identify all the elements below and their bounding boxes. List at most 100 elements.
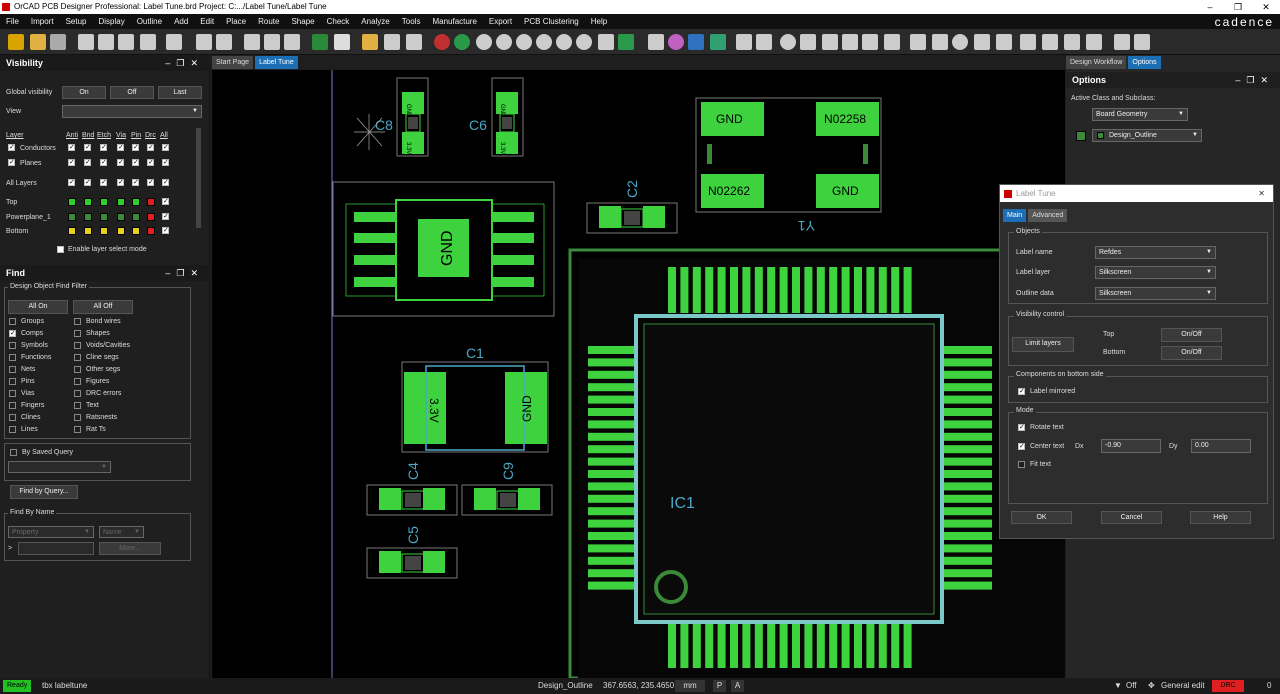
- unpick-icon[interactable]: [216, 34, 232, 50]
- menu-setup[interactable]: Setup: [60, 14, 93, 29]
- shape-edit-icon[interactable]: [454, 34, 470, 50]
- minimize-button[interactable]: –: [1196, 0, 1224, 14]
- label-name-select[interactable]: Refdes: [1095, 246, 1216, 259]
- planes-drc-checkbox[interactable]: ✓: [147, 159, 154, 166]
- ok-button[interactable]: OK: [1011, 511, 1072, 524]
- find-name-input[interactable]: [18, 542, 94, 555]
- pcb-canvas[interactable]: C8 GND 3.3V C6 GND 3.3V GND C2 GND N0225…: [212, 70, 1065, 678]
- dehighlight-icon[interactable]: [756, 34, 772, 50]
- edit-text-icon[interactable]: [284, 34, 300, 50]
- bottom-onoff-button[interactable]: On/Off: [1161, 346, 1222, 360]
- highlight-icon[interactable]: [736, 34, 752, 50]
- zoom-center-icon[interactable]: [576, 34, 592, 50]
- filter-vias-checkbox[interactable]: [9, 390, 16, 397]
- subclass-color-swatch[interactable]: [1076, 131, 1086, 141]
- filter-comps-checkbox[interactable]: ✓: [9, 330, 16, 337]
- tab-start-page[interactable]: Start Page: [212, 56, 254, 69]
- pp-etch-swatch[interactable]: [100, 213, 108, 221]
- zoom-in-icon[interactable]: [476, 34, 492, 50]
- component-c1[interactable]: C1 3.3V GND: [401, 345, 549, 453]
- 3d-view-icon[interactable]: [710, 34, 726, 50]
- dialog-tab-advanced[interactable]: Advanced: [1028, 209, 1068, 222]
- filter-drc-errors-checkbox[interactable]: [74, 390, 81, 397]
- subclass-select[interactable]: Design_Outline: [1092, 129, 1202, 142]
- class-select[interactable]: Board Geometry: [1092, 108, 1188, 121]
- all-off-button[interactable]: All Off: [73, 300, 133, 314]
- filter-pins-checkbox[interactable]: [9, 378, 16, 385]
- top-etch-swatch[interactable]: [100, 198, 108, 206]
- find-by-query-button[interactable]: Find by Query...: [10, 485, 78, 499]
- filter-text-checkbox[interactable]: [74, 402, 81, 409]
- filter-voids-checkbox[interactable]: [74, 342, 81, 349]
- menu-display[interactable]: Display: [92, 14, 130, 29]
- pp-anti-swatch[interactable]: [68, 213, 76, 221]
- export-icon[interactable]: [932, 34, 948, 50]
- component-ic1[interactable]: IC1: [568, 248, 1065, 678]
- a-button[interactable]: A: [731, 680, 744, 692]
- menu-file[interactable]: File: [0, 14, 25, 29]
- visibility-on-button[interactable]: On: [62, 86, 106, 99]
- top-bnd-swatch[interactable]: [84, 198, 92, 206]
- filter-lines-checkbox[interactable]: [9, 426, 16, 433]
- component-soic[interactable]: GND: [332, 181, 555, 317]
- save-icon[interactable]: [50, 34, 66, 50]
- planes-pin-checkbox[interactable]: ✓: [132, 159, 139, 166]
- top-all-checkbox[interactable]: ✓: [162, 198, 169, 205]
- menu-check[interactable]: Check: [321, 14, 356, 29]
- add-text-icon[interactable]: [264, 34, 280, 50]
- enable-layer-select-checkbox[interactable]: [57, 246, 64, 253]
- visibility-off-button[interactable]: Off: [110, 86, 154, 99]
- unrats-icon[interactable]: [842, 34, 858, 50]
- filter-rat-ts-checkbox[interactable]: [74, 426, 81, 433]
- zoom-out-icon[interactable]: [496, 34, 512, 50]
- script-icon[interactable]: [1086, 34, 1102, 50]
- menu-import[interactable]: Import: [25, 14, 60, 29]
- slide-icon[interactable]: [384, 34, 400, 50]
- limit-layers-button[interactable]: Limit layers: [1012, 337, 1074, 352]
- dialog-close-icon[interactable]: ✕: [1258, 185, 1265, 202]
- top-drc-swatch[interactable]: [147, 198, 155, 206]
- rotate-text-checkbox[interactable]: ✓: [1018, 424, 1025, 431]
- filter-ratsnests-checkbox[interactable]: [74, 414, 81, 421]
- menu-pcb-clustering[interactable]: PCB Clustering: [518, 14, 585, 29]
- bottom-drc-swatch[interactable]: [147, 227, 155, 235]
- center-text-checkbox[interactable]: ✓: [1018, 443, 1025, 450]
- undo-icon[interactable]: [140, 34, 156, 50]
- saved-query-select[interactable]: [8, 461, 111, 473]
- all-layers-all-checkbox[interactable]: ✓: [162, 179, 169, 186]
- component-c2[interactable]: C2: [586, 180, 678, 234]
- component-y1[interactable]: GND N02258 N02262 GND Y1: [695, 97, 882, 234]
- p-button[interactable]: P: [713, 680, 726, 692]
- filter-symbols-checkbox[interactable]: [9, 342, 16, 349]
- label-mirrored-checkbox[interactable]: ✓: [1018, 388, 1025, 395]
- cancel-button[interactable]: Cancel: [1101, 511, 1162, 524]
- restore-button[interactable]: ❐: [1224, 0, 1252, 14]
- sun-icon[interactable]: [862, 34, 878, 50]
- connect-icon[interactable]: [362, 34, 378, 50]
- menu-analyze[interactable]: Analyze: [355, 14, 395, 29]
- menu-place[interactable]: Place: [220, 14, 252, 29]
- report-icon[interactable]: [952, 34, 968, 50]
- pp-pin-swatch[interactable]: [132, 213, 140, 221]
- visibility-scrollbar[interactable]: [196, 128, 201, 228]
- units-button[interactable]: mm: [675, 680, 705, 692]
- filter-nets-checkbox[interactable]: [9, 366, 16, 373]
- planes-via-checkbox[interactable]: ✓: [117, 159, 124, 166]
- all-layers-bnd-checkbox[interactable]: ✓: [84, 179, 91, 186]
- filter-functions-checkbox[interactable]: [9, 354, 16, 361]
- planes-anti-checkbox[interactable]: ✓: [68, 159, 75, 166]
- component-c4[interactable]: C4: [366, 462, 458, 516]
- layers-icon[interactable]: [688, 34, 704, 50]
- planes-bnd-checkbox[interactable]: ✓: [84, 159, 91, 166]
- menu-route[interactable]: Route: [252, 14, 285, 29]
- open-icon[interactable]: [30, 34, 46, 50]
- all-layers-via-checkbox[interactable]: ✓: [117, 179, 124, 186]
- clipboard-icon[interactable]: [1114, 34, 1130, 50]
- tab-label-tune[interactable]: Label Tune: [255, 56, 298, 69]
- bottom-bnd-swatch[interactable]: [84, 227, 92, 235]
- measure-icon[interactable]: [800, 34, 816, 50]
- new-icon[interactable]: [8, 34, 24, 50]
- tab-options[interactable]: Options: [1128, 56, 1161, 69]
- planes-all-checkbox[interactable]: ✓: [162, 159, 169, 166]
- all-layers-pin-checkbox[interactable]: ✓: [132, 179, 139, 186]
